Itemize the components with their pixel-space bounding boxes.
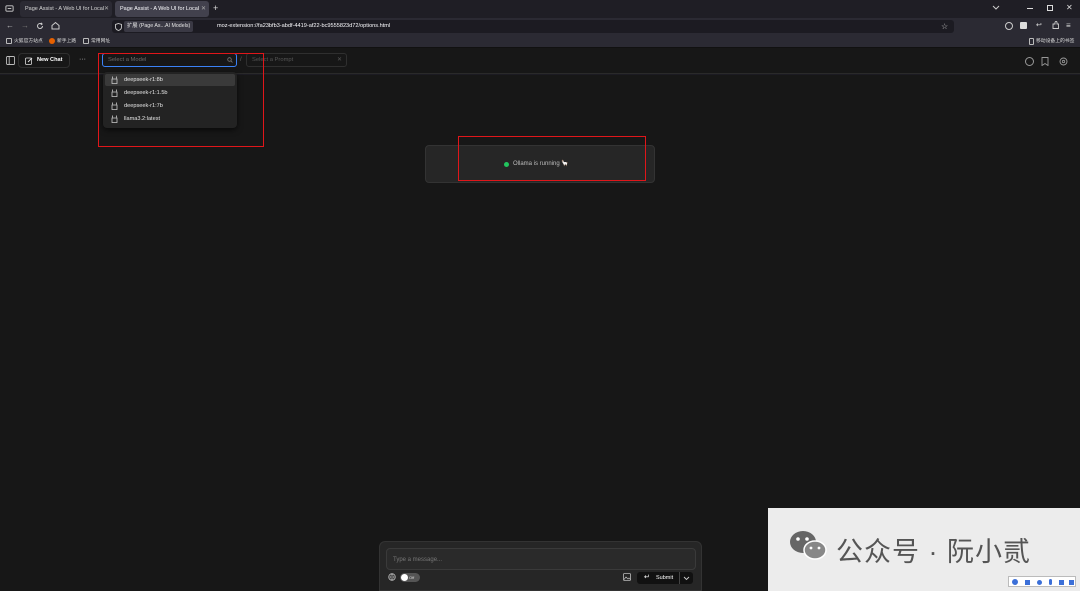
ime-logo-icon [1012,579,1018,585]
close-window-icon[interactable]: ✕ [1066,3,1073,13]
bookmark-item[interactable]: 火狐官方站点 [14,35,43,48]
edit-pencil-icon [25,57,33,65]
extension-arrow-icon[interactable]: ↩ [1036,21,1042,31]
submit-divider [679,572,680,584]
bookmarks-bar: 火狐官方站点 新手上路 常用网址 移动设备上的书签 [0,35,1080,48]
bookmark-item[interactable]: 常用网址 [91,35,110,48]
ime-keyboard-icon[interactable] [1059,580,1064,585]
new-chat-button[interactable]: New Chat [18,53,70,68]
ime-grid-icon[interactable] [1069,580,1074,585]
browser-tab-title: Page Assist - A Web UI for Local [25,6,105,12]
hamburger-menu-icon[interactable]: ≡ [1066,20,1071,32]
extension-identity-chip[interactable]: 扩展 (Page As...AI Models) [124,21,194,32]
gear-icon[interactable] [1059,57,1068,66]
chevron-down-icon[interactable] [683,576,690,581]
folder-icon [6,38,12,44]
folder-icon [83,38,89,44]
bookmark-star-icon[interactable]: ☆ [941,21,948,32]
watermark-text: 公众号 · 阮小贰 [836,537,1031,567]
toggle-knob [401,574,408,581]
more-options-button[interactable]: ··· [79,55,86,65]
forward-arrow-icon[interactable]: → [21,21,29,31]
reload-icon[interactable] [36,22,44,30]
ime-toolbar[interactable] [1008,576,1076,587]
message-composer: Type a message... Off ↵ Submit [379,541,702,591]
browser-nav-bar: ← → 扩展 (Page As...AI Models) moz-extensi… [0,18,1080,35]
toggle-label: Off [409,575,415,580]
close-tab-icon[interactable]: ✕ [201,1,206,17]
web-search-toggle[interactable]: Off [400,573,420,582]
home-icon[interactable] [51,21,60,30]
message-input[interactable]: Type a message... [386,548,696,570]
bookmark-item[interactable]: 新手上路 [57,35,76,48]
ime-mode-icon[interactable] [1025,580,1030,585]
firefox-icon [49,38,55,44]
submit-label: Submit [656,575,674,581]
browser-tab-2-active[interactable]: Page Assist - A Web UI for Local ✕ [115,1,209,17]
url-bar[interactable]: 扩展 (Page As...AI Models) moz-extension:/… [112,20,954,33]
microphone-icon[interactable] [1049,579,1052,585]
new-tab-button[interactable]: + [213,2,218,15]
back-arrow-icon[interactable]: ← [6,21,14,31]
message-input-placeholder: Type a message... [393,557,443,563]
browser-tab-title: Page Assist - A Web UI for Local [120,6,200,12]
browser-tab-strip: Page Assist - A Web UI for Local ✕ Page … [0,0,1080,18]
puzzle-extensions-icon[interactable] [1051,21,1060,30]
github-icon[interactable] [1025,57,1034,66]
bookmark-icon[interactable] [1041,57,1049,66]
shield-icon[interactable] [115,23,122,31]
url-text[interactable]: moz-extension://fa23bfb3-abdf-4419-af22-… [217,20,390,33]
wechat-logo-icon [788,528,828,564]
enter-key-icon: ↵ [644,574,650,581]
browser-tab-1[interactable]: Page Assist - A Web UI for Local ✕ [20,1,112,17]
annotation-box-model-dropdown [98,53,264,147]
ime-punct-icon[interactable] [1037,580,1042,585]
minimize-icon[interactable] [1027,8,1033,9]
image-upload-icon[interactable] [623,573,631,581]
sidebar-toggle-icon[interactable] [6,56,15,65]
globe-icon[interactable] [388,573,396,581]
annotation-box-status [458,136,646,181]
close-icon[interactable]: ✕ [337,54,342,66]
new-chat-label: New Chat [37,57,63,63]
mobile-device-icon [1029,38,1034,45]
submit-button[interactable]: ↵ Submit [637,572,693,584]
account-icon[interactable] [1005,22,1013,30]
chevron-down-icon[interactable] [992,5,1000,11]
extension-icon[interactable] [1020,22,1027,29]
restore-icon[interactable] [1047,5,1053,11]
mobile-bookmarks-link[interactable]: 移动设备上的书签 [1036,35,1074,48]
close-tab-icon[interactable]: ✕ [104,1,109,17]
tab-list-icon[interactable] [5,4,14,13]
